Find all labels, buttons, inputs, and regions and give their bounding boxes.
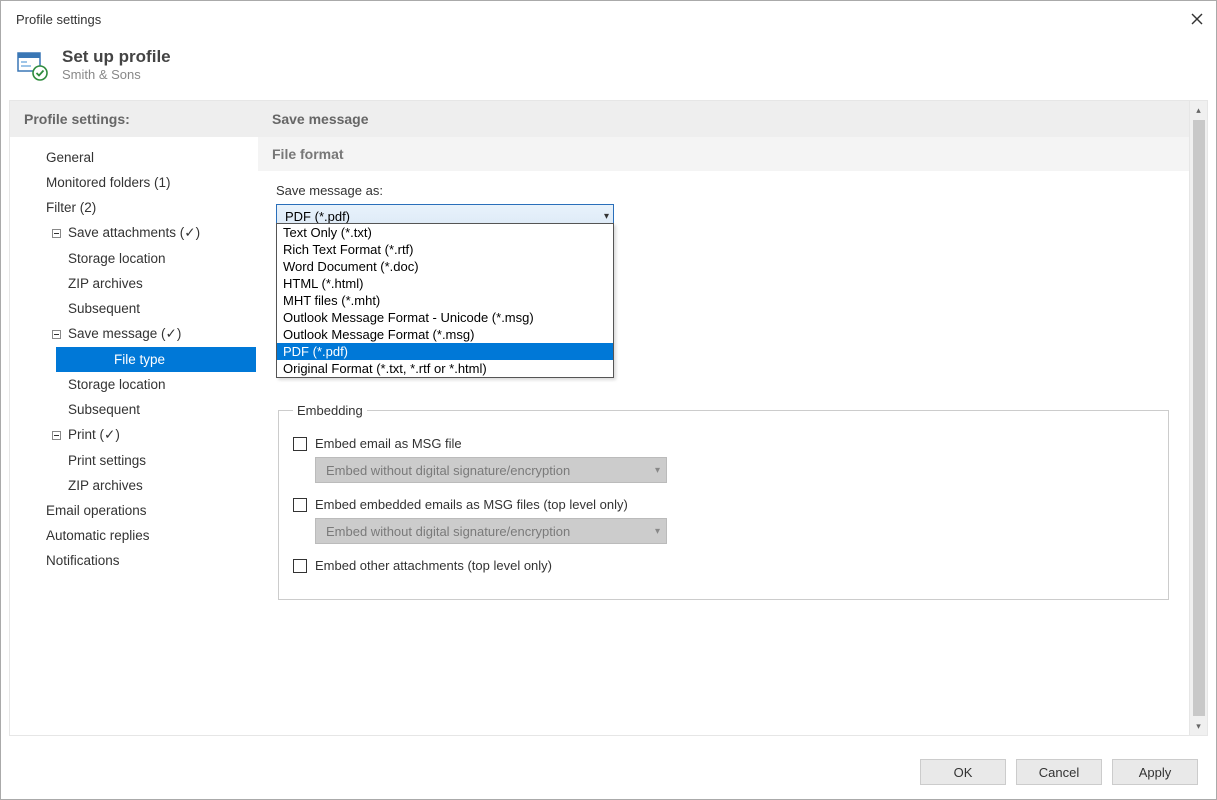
sidebar-item-8[interactable]: File type bbox=[56, 347, 256, 372]
embed-other-checkbox[interactable] bbox=[293, 559, 307, 573]
sidebar-item-label: ZIP archives bbox=[68, 478, 143, 493]
embed-nested-label: Embed embedded emails as MSG files (top … bbox=[315, 497, 628, 512]
sidebar-item-label: Save attachments (✓) bbox=[68, 225, 200, 241]
sidebar-item-16[interactable]: Notifications bbox=[10, 548, 258, 573]
chevron-down-icon: ▾ bbox=[655, 465, 660, 476]
sidebar-item-12[interactable]: Print settings bbox=[10, 448, 258, 473]
sidebar-item-6[interactable]: Subsequent bbox=[10, 296, 258, 321]
embed-other-label: Embed other attachments (top level only) bbox=[315, 558, 552, 573]
sidebar-item-10[interactable]: Subsequent bbox=[10, 397, 258, 422]
sidebar-item-0[interactable]: General bbox=[10, 145, 258, 170]
sidebar-item-14[interactable]: Email operations bbox=[10, 498, 258, 523]
cancel-button[interactable]: Cancel bbox=[1016, 759, 1102, 785]
sidebar-nav: General Monitored folders (1) Filter (2) Sa… bbox=[10, 137, 258, 581]
sidebar-item-label: Email operations bbox=[46, 503, 147, 518]
ok-button[interactable]: OK bbox=[920, 759, 1006, 785]
sidebar-item-15[interactable]: Automatic replies bbox=[10, 523, 258, 548]
sidebar-item-label: Print settings bbox=[68, 453, 146, 468]
section-title: Save message bbox=[258, 101, 1189, 137]
dropdown-option-8[interactable]: Original Format (*.txt, *.rtf or *.html) bbox=[277, 360, 613, 377]
sidebar-item-2[interactable]: Filter (2) bbox=[10, 195, 258, 220]
scroll-down-icon[interactable]: ▾ bbox=[1190, 717, 1207, 735]
sidebar-item-label: Storage location bbox=[68, 251, 166, 266]
dropdown-option-1[interactable]: Rich Text Format (*.rtf) bbox=[277, 241, 613, 258]
vertical-scrollbar[interactable]: ▴ ▾ bbox=[1189, 101, 1207, 735]
sidebar-item-label: Filter (2) bbox=[46, 200, 96, 215]
embed-msg-select-value: Embed without digital signature/encrypti… bbox=[326, 463, 570, 478]
dropdown-option-4[interactable]: MHT files (*.mht) bbox=[277, 292, 613, 309]
embed-nested-select-value: Embed without digital signature/encrypti… bbox=[326, 524, 570, 539]
sidebar-item-label: Monitored folders (1) bbox=[46, 175, 171, 190]
apply-button[interactable]: Apply bbox=[1112, 759, 1198, 785]
scroll-up-icon[interactable]: ▴ bbox=[1190, 101, 1207, 119]
sidebar-item-label: ZIP archives bbox=[68, 276, 143, 291]
sidebar-title: Profile settings: bbox=[10, 101, 258, 137]
sidebar-item-label: Automatic replies bbox=[46, 528, 150, 543]
window-title: Profile settings bbox=[16, 12, 101, 27]
dropdown-option-7[interactable]: PDF (*.pdf) bbox=[277, 343, 613, 360]
embed-msg-label: Embed email as MSG file bbox=[315, 436, 462, 451]
dropdown-option-3[interactable]: HTML (*.html) bbox=[277, 275, 613, 292]
embed-nested-select: Embed without digital signature/encrypti… bbox=[315, 518, 667, 544]
sidebar-item-5[interactable]: ZIP archives bbox=[10, 271, 258, 296]
sidebar-item-label: Subsequent bbox=[68, 402, 140, 417]
sidebar-item-label: Notifications bbox=[46, 553, 120, 568]
sidebar-item-1[interactable]: Monitored folders (1) bbox=[10, 170, 258, 195]
sidebar-item-label: Print (✓) bbox=[68, 427, 120, 443]
dropdown-option-0[interactable]: Text Only (*.txt) bbox=[277, 224, 613, 241]
collapse-icon[interactable] bbox=[50, 227, 62, 239]
embed-msg-checkbox[interactable] bbox=[293, 437, 307, 451]
sidebar-item-7[interactable]: Save message (✓) bbox=[10, 321, 258, 347]
sidebar-item-label: Storage location bbox=[68, 377, 166, 392]
dropdown-option-6[interactable]: Outlook Message Format (*.msg) bbox=[277, 326, 613, 343]
sidebar-item-9[interactable]: Storage location bbox=[10, 372, 258, 397]
subsection-title: File format bbox=[258, 137, 1189, 171]
file-format-dropdown[interactable]: Text Only (*.txt)Rich Text Format (*.rtf… bbox=[276, 223, 614, 378]
page-subtitle: Smith & Sons bbox=[62, 67, 171, 82]
sidebar-item-4[interactable]: Storage location bbox=[10, 246, 258, 271]
profile-icon bbox=[16, 49, 48, 81]
collapse-icon[interactable] bbox=[50, 328, 62, 340]
chevron-down-icon: ▾ bbox=[655, 526, 660, 537]
sidebar-item-label: Subsequent bbox=[68, 301, 140, 316]
scroll-thumb[interactable] bbox=[1193, 120, 1205, 716]
chevron-down-icon: ▾ bbox=[604, 211, 609, 222]
embed-msg-select: Embed without digital signature/encrypti… bbox=[315, 457, 667, 483]
sidebar-item-3[interactable]: Save attachments (✓) bbox=[10, 220, 258, 246]
embedding-legend: Embedding bbox=[293, 403, 367, 418]
dropdown-option-5[interactable]: Outlook Message Format - Unicode (*.msg) bbox=[277, 309, 613, 326]
collapse-icon[interactable] bbox=[50, 429, 62, 441]
sidebar-item-label: General bbox=[46, 150, 94, 165]
page-title: Set up profile bbox=[62, 47, 171, 67]
embedding-group: Embedding Embed email as MSG file Embed … bbox=[278, 403, 1169, 600]
save-as-label: Save message as: bbox=[276, 183, 1171, 198]
close-icon[interactable] bbox=[1188, 10, 1206, 28]
embed-nested-checkbox[interactable] bbox=[293, 498, 307, 512]
dropdown-option-2[interactable]: Word Document (*.doc) bbox=[277, 258, 613, 275]
sidebar-item-13[interactable]: ZIP archives bbox=[10, 473, 258, 498]
sidebar-item-label: File type bbox=[114, 352, 165, 367]
combo-value: PDF (*.pdf) bbox=[285, 209, 350, 224]
sidebar-item-11[interactable]: Print (✓) bbox=[10, 422, 258, 448]
sidebar-item-label: Save message (✓) bbox=[68, 326, 181, 342]
